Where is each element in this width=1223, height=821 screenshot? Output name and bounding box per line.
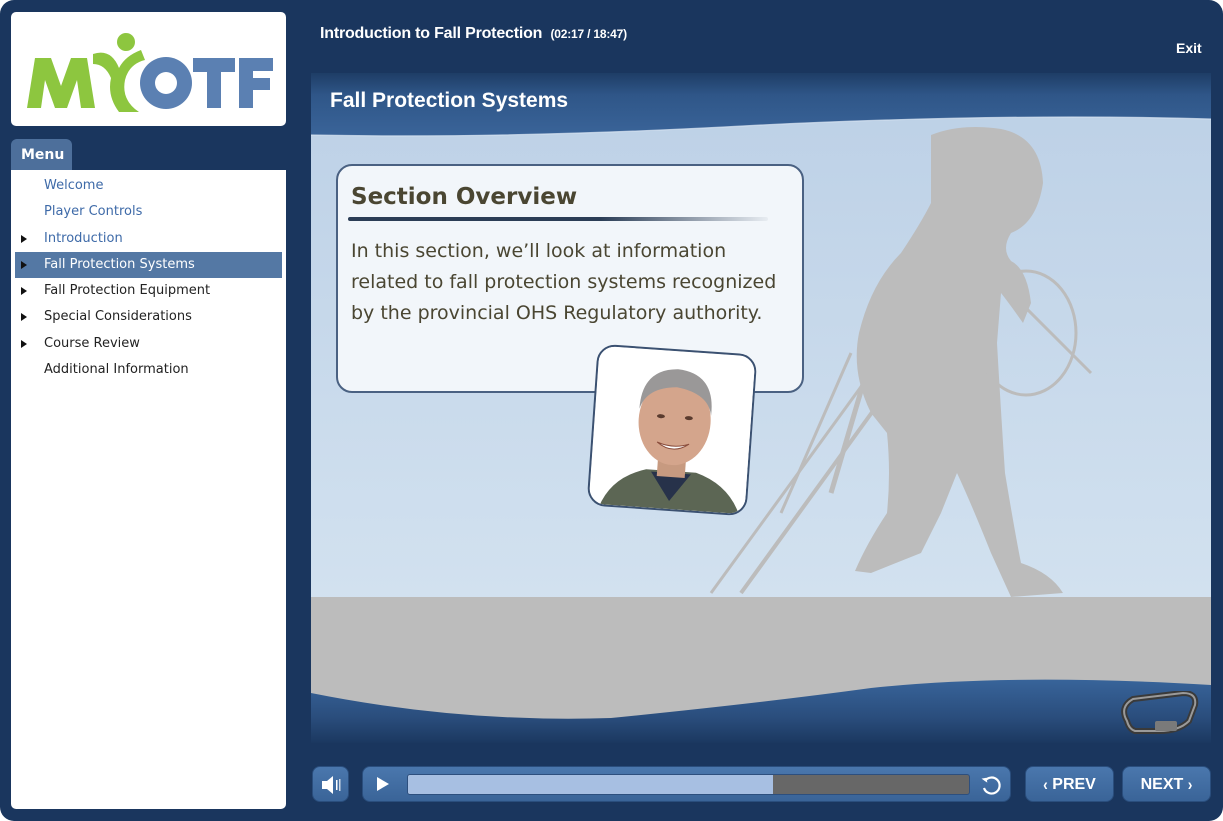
next-button[interactable]: NEXT ›	[1122, 766, 1211, 802]
expand-triangle-icon[interactable]	[21, 339, 27, 348]
menu-panel: Welcome Player Controls Introduction Fall P…	[11, 170, 286, 809]
presenter-photo	[586, 343, 758, 517]
menu-item-label: Additional Information	[44, 362, 189, 378]
menu-tab[interactable]: Menu	[11, 139, 72, 171]
menu-item-additional-information[interactable]: Additional Information	[15, 357, 282, 383]
slide-title: Fall Protection Systems	[330, 89, 569, 112]
expand-triangle-icon[interactable]	[21, 234, 27, 243]
presenter-portrait-icon	[588, 345, 758, 517]
menu-item-label: Player Controls	[44, 204, 143, 220]
expand-triangle-icon[interactable]	[21, 287, 27, 296]
logo	[11, 12, 286, 126]
menu-item-fall-protection-equipment[interactable]: Fall Protection Equipment	[15, 278, 282, 304]
volume-button[interactable]	[312, 766, 349, 802]
menu-item-welcome[interactable]: Welcome	[15, 173, 282, 199]
speaker-icon	[322, 776, 341, 794]
expand-triangle-icon[interactable]	[21, 313, 27, 322]
chevron-right-icon: ›	[1187, 774, 1193, 794]
myotf-logo-icon	[27, 33, 273, 112]
carabiner-icon	[1121, 691, 1199, 734]
course-title: Introduction to Fall Protection (02:17 /…	[320, 25, 627, 43]
overview-body: In this section, we’ll look at informati…	[351, 240, 777, 324]
replay-icon[interactable]	[979, 773, 1003, 797]
prev-button[interactable]: ‹ PREV	[1025, 766, 1114, 802]
course-title-text: Introduction to Fall Protection	[320, 25, 543, 42]
progress-bar[interactable]	[407, 774, 970, 795]
expand-triangle-icon[interactable]	[21, 260, 27, 269]
chevron-left-icon: ‹	[1043, 774, 1048, 794]
menu-item-label: Special Considerations	[44, 309, 192, 325]
menu-item-special-considerations[interactable]: Special Considerations	[15, 304, 282, 330]
menu-item-label: Course Review	[44, 335, 140, 351]
time-display: (02:17 / 18:47)	[550, 27, 627, 41]
menu-list: Welcome Player Controls Introduction Fall P…	[11, 170, 286, 383]
menu-item-label: Fall Protection Systems	[44, 256, 195, 272]
slide-stage: Fall Protection Systems Section Overview…	[311, 73, 1211, 743]
menu-item-course-review[interactable]: Course Review	[15, 331, 282, 357]
menu-item-label: Fall Protection Equipment	[44, 283, 211, 299]
overview-divider	[348, 217, 768, 221]
overview-heading: Section Overview	[351, 184, 578, 210]
exit-button[interactable]: Exit	[1176, 40, 1202, 56]
menu-item-fall-protection-systems[interactable]: Fall Protection Systems	[15, 251, 282, 279]
play-icon[interactable]	[377, 777, 389, 791]
next-label: NEXT	[1140, 776, 1184, 793]
prev-label: PREV	[1052, 776, 1096, 793]
progress-fill	[408, 775, 773, 794]
menu-item-introduction[interactable]: Introduction	[15, 226, 282, 252]
menu-item-label: Welcome	[44, 178, 104, 193]
playback-bar	[362, 766, 1011, 802]
course-player-window: Menu Welcome Player Controls Introduction F…	[0, 0, 1223, 821]
menu-item-player-controls[interactable]: Player Controls	[15, 199, 282, 225]
menu-item-label: Introduction	[44, 230, 123, 246]
